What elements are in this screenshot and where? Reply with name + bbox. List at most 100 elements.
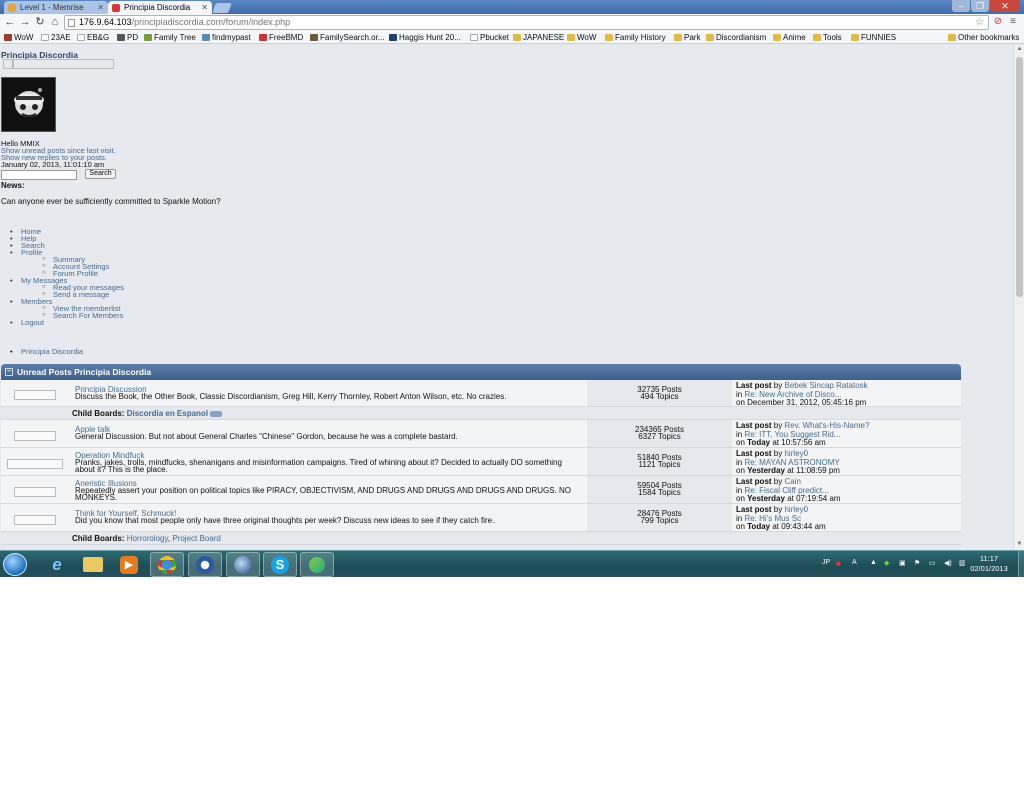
board-status-icon[interactable] xyxy=(7,458,63,469)
bookmark-findmypast[interactable]: findmypast xyxy=(202,31,251,44)
bookmark-folder-anime[interactable]: Anime xyxy=(773,31,806,44)
scroll-up-icon[interactable]: ▲ xyxy=(1016,46,1023,54)
menu-link[interactable]: Profile xyxy=(21,248,42,257)
ime-mode-icon[interactable]: A xyxy=(852,559,857,566)
broken-image-icon xyxy=(13,59,114,69)
current-date: January 02, 2013, 11:01:10 am xyxy=(1,160,105,169)
tab-memrise[interactable]: Level 1 - Memrise ✕ xyxy=(4,1,108,14)
board-status-icon[interactable] xyxy=(14,390,56,400)
scrollbar-thumb[interactable] xyxy=(1016,57,1023,297)
chrome-icon[interactable] xyxy=(150,552,184,577)
start-button[interactable] xyxy=(3,553,27,576)
bookmark-folder-funnies[interactable]: FUNNIES xyxy=(851,31,896,44)
other-bookmarks[interactable]: Other bookmarks xyxy=(948,31,1019,44)
bookmark-folder-park[interactable]: Park xyxy=(674,31,700,44)
last-post-day: Today xyxy=(747,438,771,447)
bookmark-pbucket[interactable]: Pbucket xyxy=(470,31,509,44)
forward-arrow-icon[interactable]: → xyxy=(18,15,32,29)
clock-date: 02/01/2013 xyxy=(970,564,1008,573)
bookmark-label: Tools xyxy=(823,33,842,42)
display-icon[interactable]: ▭ xyxy=(929,559,936,567)
board-info: Operation Mindfuck Pranks, jakes, trolls… xyxy=(75,452,583,474)
explorer-icon[interactable] xyxy=(76,552,110,577)
tray-app-icon[interactable]: ◆ xyxy=(884,559,889,567)
bookmark-label: Family Tree xyxy=(154,33,196,42)
bookmark-pd[interactable]: PD xyxy=(117,31,138,44)
minimize-icon[interactable]: – xyxy=(952,0,970,12)
show-desktop-button[interactable] xyxy=(1018,551,1024,577)
tab-label: Level 1 - Memrise xyxy=(20,3,84,12)
media-player-icon[interactable]: ▶ xyxy=(112,552,146,577)
bookmark-family-tree[interactable]: Family Tree xyxy=(144,31,196,44)
app-icon[interactable] xyxy=(226,552,260,577)
board-index: – Unread Posts Principia Discordia Princ… xyxy=(1,364,961,545)
messenger-icon[interactable] xyxy=(300,552,334,577)
volume-icon[interactable]: ◀) xyxy=(944,559,952,567)
bookmark-folder-family-history[interactable]: Family History xyxy=(605,31,666,44)
close-window-icon[interactable]: ✕ xyxy=(990,0,1020,12)
last-post: Last post by hirley0 in Re: Hi's Mus Sc … xyxy=(736,505,960,532)
child-board-link[interactable]: Horrorology xyxy=(127,534,168,543)
breadcrumb: Principia Discordia xyxy=(10,347,83,356)
avatar[interactable] xyxy=(1,77,56,132)
menu-link[interactable]: Logout xyxy=(21,318,44,327)
photobucket-icon xyxy=(470,34,478,41)
new-tab-button[interactable] xyxy=(212,3,232,13)
bookmark-wow[interactable]: WoW xyxy=(4,31,33,44)
board-row: Apple talk General Discussion. But not a… xyxy=(1,420,961,448)
language-indicator[interactable]: JP xyxy=(822,559,830,566)
category-title[interactable]: Unread Posts Principia Discordia xyxy=(17,367,151,377)
tab-principia-discordia[interactable]: Principia Discordia ✕ xyxy=(108,1,212,14)
clock[interactable]: 11:17 02/01/2013 xyxy=(960,554,1018,574)
bookmark-folder-discordianism[interactable]: Discordianism xyxy=(706,31,766,44)
skype-icon[interactable]: S xyxy=(263,552,297,577)
action-center-icon[interactable]: ⚑ xyxy=(914,559,920,567)
breadcrumb-link[interactable]: Principia Discordia xyxy=(21,347,83,356)
thunderbird-icon[interactable] xyxy=(188,552,222,577)
board-status-icon[interactable] xyxy=(14,514,56,525)
show-hidden-icons[interactable]: ▲ xyxy=(870,559,877,566)
child-board-link[interactable]: Project Board xyxy=(172,534,220,543)
back-arrow-icon[interactable]: ← xyxy=(3,15,17,29)
bookmark-folder-wow[interactable]: WoW xyxy=(567,31,596,44)
topic-count: 6327 Topics xyxy=(638,432,681,441)
home-icon[interactable]: ⌂ xyxy=(48,15,62,29)
scroll-down-icon[interactable]: ▼ xyxy=(1016,541,1023,549)
memrise-favicon-icon xyxy=(8,4,16,12)
bookmark-ebg[interactable]: EB&G xyxy=(77,31,109,44)
category-header: – Unread Posts Principia Discordia xyxy=(1,364,961,380)
tray-app-icon[interactable]: ▣ xyxy=(899,559,906,567)
reload-icon[interactable]: ↻ xyxy=(33,15,47,29)
folder-icon xyxy=(605,34,613,41)
bookmark-haggis-hunt[interactable]: Haggis Hunt 20... xyxy=(389,31,461,44)
bookmark-23ae[interactable]: 23AE xyxy=(41,31,71,44)
close-tab-icon[interactable]: ✕ xyxy=(201,1,208,14)
bookmark-folder-japanese[interactable]: JAPANESE xyxy=(513,31,564,44)
wrench-menu-icon[interactable]: ≡ xyxy=(1007,15,1019,29)
ime-icon[interactable]: ■ xyxy=(836,559,841,568)
page-scrollbar[interactable]: ▲ ▼ xyxy=(1013,45,1024,550)
bookmark-familysearch[interactable]: FamilySearch.or... xyxy=(310,31,384,44)
bookmark-label: FamilySearch.or... xyxy=(320,33,385,42)
bookmark-star-icon[interactable]: ☆ xyxy=(975,16,984,29)
child-board-link[interactable]: Discordia en Espanol xyxy=(127,409,208,418)
bookmark-label: Discordianism xyxy=(716,33,767,42)
page-icon xyxy=(41,34,49,41)
maximize-icon[interactable]: ❐ xyxy=(971,0,989,12)
board-status-icon[interactable] xyxy=(14,486,56,497)
board-status-icon[interactable] xyxy=(14,430,56,441)
collapse-icon[interactable]: – xyxy=(5,368,13,376)
search-button[interactable]: Search xyxy=(85,169,116,179)
url-path: /principiadiscordia.com/forum/index.php xyxy=(131,17,291,27)
address-bar[interactable]: 176.9.64.103/principiadiscordia.com/foru… xyxy=(64,15,989,30)
ie-icon[interactable]: e xyxy=(40,552,74,577)
close-tab-icon[interactable]: ✕ xyxy=(97,1,104,14)
messages-submenu: Read your messages Send a message xyxy=(21,284,124,299)
board-icon-cell xyxy=(1,504,71,531)
bookmark-freebmd[interactable]: FreeBMD xyxy=(259,31,303,44)
search-input[interactable] xyxy=(1,169,77,180)
on-label: on xyxy=(736,466,745,475)
adblock-icon[interactable]: ⊘ xyxy=(992,15,1004,29)
bookmark-folder-tools[interactable]: Tools xyxy=(813,31,842,44)
browser-tab-strip: Level 1 - Memrise ✕ Principia Discordia … xyxy=(0,0,1024,14)
